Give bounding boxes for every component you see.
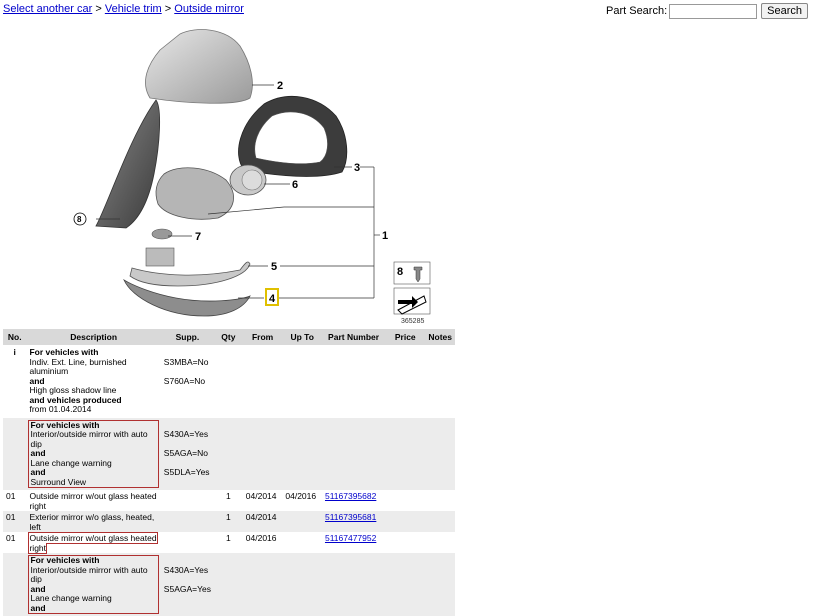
breadcrumb: Select another car > Vehicle trim > Outs… [3,3,244,15]
breadcrumb-outside-mirror[interactable]: Outside mirror [174,3,244,15]
mirror-glass-shape [95,99,161,229]
small-part-shape [151,228,173,240]
row-description: Outside mirror w/out glass heated right [26,532,161,554]
breadcrumb-vehicle-trim[interactable]: Vehicle trim [105,3,162,15]
info-icon: i [3,345,27,418]
row-from: 04/2014 [242,490,283,511]
parts-diagram: 2 3 6 8 7 1 5 4 8 365285 [73,29,431,325]
turn-signal-top [145,247,175,267]
row-no: 01 [3,490,27,511]
row-upto [282,511,322,532]
table-row-note: For vehicles with Interior/outside mirro… [3,417,455,490]
col-upto: Up To [282,329,322,345]
supp-code: S760A=No [163,375,206,386]
col-qty: Qty [213,329,243,345]
note-line: Surround View [30,476,87,487]
table-row: 01 Outside mirror w/out glass heated rig… [3,490,455,511]
diagram-id: 365285 [401,318,424,325]
table-row-note: For vehicles with Interior/outside mirro… [3,553,455,616]
callout-5: 5 [271,261,277,273]
callout-4: 4 [269,293,276,305]
callout-2: 2 [277,80,283,92]
col-part-number: Part Number [321,329,386,345]
row-no: 01 [3,532,27,553]
col-price: Price [385,329,426,345]
breadcrumb-separator: > [164,3,172,15]
note-line: and [30,583,46,594]
col-supp: Supp. [160,329,214,345]
note-description: For vehicles with Interior/outside mirro… [26,417,161,490]
col-description: Description [26,329,161,345]
col-from: From [242,329,283,345]
mirror-bracket-shape [155,167,234,220]
note-line: For vehicles with [30,555,100,565]
part-search-input[interactable] [669,3,758,19]
row-qty: 1 [213,490,243,511]
part-number-link[interactable]: 51167395681 [325,512,376,522]
note-supp: S430A=Yes S5AGA=Yes [160,553,214,616]
row-qty: 1 [213,511,243,532]
note-description: For vehicles with Interior/outside mirro… [26,553,161,616]
row-upto [282,532,322,553]
part-search: Part Search: Search [606,3,808,19]
col-notes: Notes [425,329,455,345]
part-search-label: Part Search: [606,5,668,17]
supp-code: S430A=Yes [163,564,209,575]
supp-code: S5AGA=Yes [163,583,211,594]
row-qty: 1 [213,532,243,553]
breadcrumb-select-car[interactable]: Select another car [3,3,92,15]
col-no: No. [3,329,27,345]
callout-1: 1 [382,230,388,242]
note-description: For vehicles with Indiv. Ext. Line, burn… [26,345,161,418]
table-row-note: i For vehicles with Indiv. Ext. Line, bu… [3,345,455,418]
parts-table: No. Description Supp. Qty From Up To Par… [3,329,455,616]
supp-code: S5DLA=Yes [163,467,210,477]
part-number-link[interactable]: 51167395682 [325,491,376,501]
note-line: Indiv. Ext. Line, burnished aluminium [29,356,127,376]
row-no: 01 [3,511,27,532]
note-supp: S3MBA=No S760A=No [160,345,214,418]
table-header: No. Description Supp. Qty From Up To Par… [3,329,455,345]
row-from: 04/2014 [242,511,283,532]
note-line: Interior/outside mirror with auto dip [30,564,148,584]
note-line: Lane change warning [30,593,112,603]
note-line: from 01.04.2014 [29,404,92,414]
part-number-link[interactable]: 51167477952 [325,533,376,543]
note-line: and [30,602,46,613]
legend-number: 8 [397,266,403,278]
supp-code: S5AGA=No [163,448,208,458]
row-description-text: Outside mirror w/out glass heated right [28,532,158,554]
search-button[interactable]: Search [761,3,808,19]
table-row: 01 Exterior mirror w/o glass, heated, le… [3,511,455,532]
note-line: Interior/outside mirror with auto dip [30,429,148,449]
callout-3: 3 [354,162,360,174]
row-upto: 04/2016 [282,490,322,511]
mirror-motor-face [241,169,263,191]
breadcrumb-separator: > [95,3,102,15]
note-supp: S430A=Yes S5AGA=No S5DLA=Yes [160,417,214,490]
mirror-cap-shape [145,29,253,104]
row-description: Outside mirror w/out glass heated right [26,490,161,511]
callout-8: 8 [77,215,82,224]
supp-code: S430A=Yes [163,429,209,439]
callout-6: 6 [292,179,298,191]
row-description: Exterior mirror w/o glass, heated, left [26,511,161,532]
note-line: Lane change warning [30,457,112,468]
table-row: 01 Outside mirror w/out glass heated rig… [3,532,455,554]
supp-code: S3MBA=No [163,356,209,367]
callout-7: 7 [195,231,201,243]
row-from: 04/2016 [242,532,283,553]
